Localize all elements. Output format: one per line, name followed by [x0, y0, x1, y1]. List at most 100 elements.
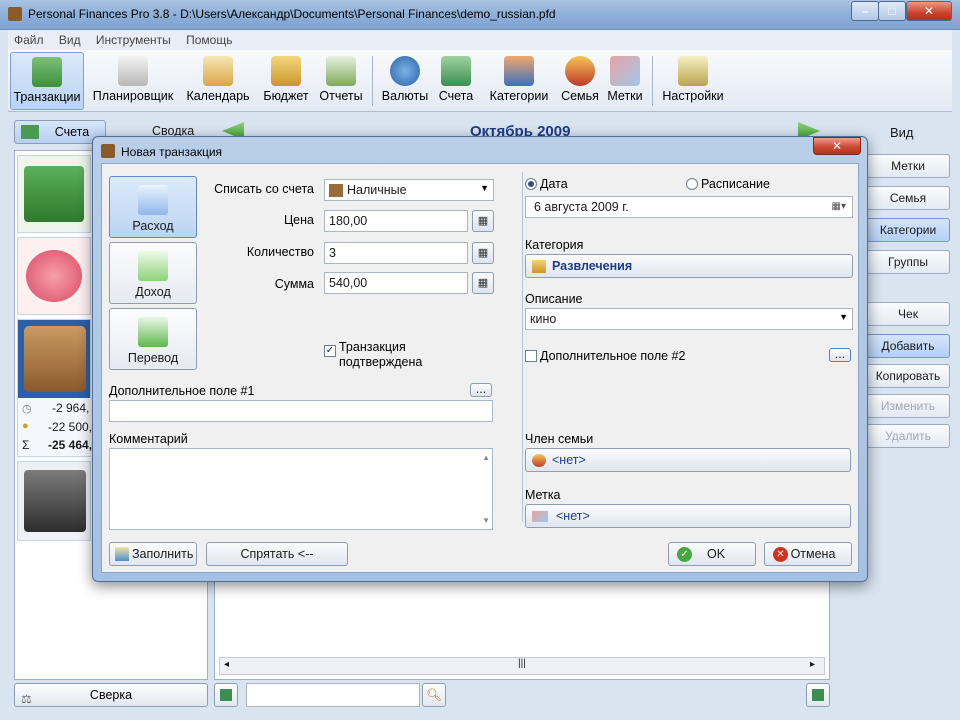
window-title: Personal Finances Pro 3.8 - D:\Users\Але…: [28, 7, 556, 21]
cancel-button[interactable]: ✕ Отмена: [764, 542, 852, 566]
from-account-select[interactable]: Наличные ▼: [324, 179, 494, 201]
dialog-close-button[interactable]: ✕: [813, 137, 861, 155]
extra-field-2-checkbox[interactable]: Дополнительное поле #2: [525, 349, 685, 363]
date-picker[interactable]: 6 августа 2009 г. ▦▾: [525, 196, 853, 218]
description-select[interactable]: кино ▼: [525, 308, 853, 330]
calculator-icon: ▦: [477, 247, 489, 259]
extra-field-1-more-button[interactable]: ...: [470, 383, 492, 397]
quantity-calculator-button[interactable]: ▦: [472, 242, 494, 264]
checkbox-checked-icon: ✓: [324, 345, 336, 357]
hide-button[interactable]: Спрятать <--: [206, 542, 348, 566]
menu-file[interactable]: Файл: [8, 30, 50, 50]
sum-field[interactable]: 540,00: [324, 272, 468, 294]
cancel-x-icon: ✕: [773, 547, 788, 562]
accounts-small-icon: [21, 125, 39, 139]
sum-calculator-button[interactable]: ▦: [472, 272, 494, 294]
calculator-icon: ▦: [477, 277, 489, 289]
calculator-icon: ▦: [477, 215, 489, 227]
scroll-down-icon[interactable]: ▼: [482, 516, 490, 525]
money-cards-icon: [24, 166, 84, 222]
total-pending: -2 964,: [52, 401, 90, 415]
tool-settings[interactable]: Настройки: [658, 52, 728, 110]
view-tags-button[interactable]: Метки: [866, 154, 950, 178]
ok-button[interactable]: ✓ OK: [668, 542, 756, 566]
description-label: Описание: [525, 292, 583, 306]
tool-family[interactable]: Семья: [558, 52, 602, 110]
ok-check-icon: ✓: [677, 547, 692, 562]
entertainment-icon: [532, 260, 546, 273]
reconcile-button[interactable]: ⚖ Сверка: [14, 683, 208, 707]
type-expense-button[interactable]: Расход: [109, 176, 197, 238]
main-toolbar: Транзакции Планировщик Календарь Бюджет …: [8, 50, 952, 112]
toolbar-separator: [372, 56, 373, 106]
tool-calendar[interactable]: Календарь: [182, 52, 254, 110]
date-radio[interactable]: Дата: [525, 177, 568, 191]
view-categories-button[interactable]: Категории: [866, 218, 950, 242]
quantity-field[interactable]: 3: [324, 242, 468, 264]
menu-tools[interactable]: Инструменты: [90, 30, 177, 50]
transactions-grid[interactable]: ◂ ||| ▸: [214, 580, 830, 680]
account-tile-safe[interactable]: [17, 461, 91, 541]
edit-button[interactable]: Изменить: [866, 394, 950, 418]
clock-icon: ◷: [22, 403, 32, 415]
delete-button[interactable]: Удалить: [866, 424, 950, 448]
menu-help[interactable]: Помощь: [180, 30, 238, 50]
import-button[interactable]: [806, 683, 830, 707]
account-tile-wallet[interactable]: ◷ -2 964, ● -22 500, Σ -25 464,: [17, 319, 196, 457]
type-income-button[interactable]: Доход: [109, 242, 197, 304]
account-tile-cards[interactable]: [17, 155, 91, 233]
tool-accounts[interactable]: Счета: [434, 52, 478, 110]
extra-field-2-more-button[interactable]: ...: [829, 348, 851, 362]
view-groups-button[interactable]: Группы: [866, 250, 950, 274]
export-icon: [220, 689, 232, 701]
family-member-button[interactable]: <нет>: [525, 448, 851, 472]
radio-off-icon: [686, 178, 698, 190]
price-field[interactable]: 180,00: [324, 210, 468, 232]
minimize-button[interactable]: –: [851, 1, 879, 21]
check-button[interactable]: Чек: [866, 302, 950, 326]
tool-transactions[interactable]: Транзакции: [10, 52, 84, 110]
comment-textarea[interactable]: ▲ ▼: [109, 448, 493, 530]
dialog-divider: [522, 172, 523, 522]
income-icon: [138, 251, 168, 281]
search-icon: 🔍︎: [426, 688, 442, 702]
price-label: Цена: [283, 213, 314, 227]
copy-button[interactable]: Копировать: [866, 364, 950, 388]
toolbar-separator: [652, 56, 653, 106]
search-button[interactable]: 🔍︎: [422, 683, 446, 707]
comment-label: Комментарий: [109, 432, 188, 446]
calendar-dropdown-icon: ▦▾: [831, 201, 846, 212]
wallet-small-icon: [329, 184, 343, 197]
tool-tags[interactable]: Метки: [604, 52, 646, 110]
tool-reports[interactable]: Отчеты: [316, 52, 366, 110]
wallet-icon: [24, 326, 86, 392]
export-button[interactable]: [214, 683, 238, 707]
confirmed-checkbox[interactable]: ✓: [324, 340, 339, 357]
tool-planner[interactable]: Планировщик: [88, 52, 178, 110]
add-button[interactable]: Добавить: [866, 334, 950, 358]
new-transaction-dialog: Новая транзакция ✕ Расход Доход Перевод …: [92, 136, 868, 582]
tool-currencies[interactable]: Валюты: [378, 52, 432, 110]
app-icon: [8, 7, 22, 21]
close-button[interactable]: ✕: [906, 1, 952, 21]
category-button[interactable]: Развлечения: [525, 254, 853, 278]
price-calculator-button[interactable]: ▦: [472, 210, 494, 232]
extra-field-1-input[interactable]: [109, 400, 493, 422]
type-transfer-button[interactable]: Перевод: [109, 308, 197, 370]
maximize-button[interactable]: □: [878, 1, 906, 21]
tool-budget[interactable]: Бюджет: [258, 52, 314, 110]
horizontal-scrollbar[interactable]: ◂ ||| ▸: [219, 657, 825, 675]
quantity-label: Количество: [246, 245, 314, 259]
menu-view[interactable]: Вид: [53, 30, 87, 50]
schedule-radio[interactable]: Расписание: [686, 177, 770, 191]
account-tile-savings[interactable]: [17, 237, 91, 315]
transactions-icon: [32, 57, 62, 87]
view-family-button[interactable]: Семья: [866, 186, 950, 210]
fill-button[interactable]: Заполнить: [109, 542, 197, 566]
accounts-icon: [441, 56, 471, 86]
tag-button[interactable]: <нет>: [525, 504, 851, 528]
tool-categories[interactable]: Категории: [482, 52, 556, 110]
coins-icon: ●: [22, 420, 29, 432]
scroll-up-icon[interactable]: ▲: [482, 453, 490, 462]
search-input[interactable]: [246, 683, 420, 707]
